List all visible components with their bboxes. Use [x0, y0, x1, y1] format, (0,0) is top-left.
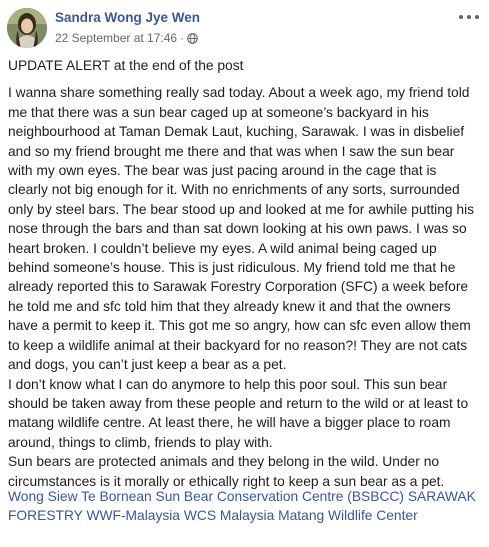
update-alert-line: UPDATE ALERT at the end of the post: [8, 58, 244, 73]
avatar[interactable]: [7, 8, 47, 48]
post-body: UPDATE ALERT at the end of the post I wa…: [8, 56, 480, 491]
globe-icon[interactable]: [187, 32, 198, 44]
tag-link[interactable]: Matang Wildlife Center: [278, 508, 418, 523]
post-meta: 22 September at 17:46 ·: [55, 31, 198, 45]
tag-link[interactable]: WCS Malaysia: [184, 508, 274, 523]
tag-link[interactable]: Wong Siew Te: [8, 489, 96, 504]
tag-link[interactable]: WWF-Malaysia: [86, 508, 180, 523]
post-message: I wanna share something really sad today…: [8, 85, 475, 489]
facebook-post: Sandra Wong Jye Wen 22 September at 17:4…: [0, 0, 489, 547]
meta-separator: ·: [180, 31, 185, 45]
tagged-pages: Wong Siew Te Bornean Sun Bear Conservati…: [8, 488, 478, 525]
tag-link[interactable]: Bornean Sun Bear Conservation Centre (BS…: [100, 489, 404, 504]
author-name[interactable]: Sandra Wong Jye Wen: [55, 10, 200, 25]
post-timestamp[interactable]: 22 September at 17:46: [55, 31, 177, 45]
more-options-icon[interactable]: [459, 10, 479, 24]
